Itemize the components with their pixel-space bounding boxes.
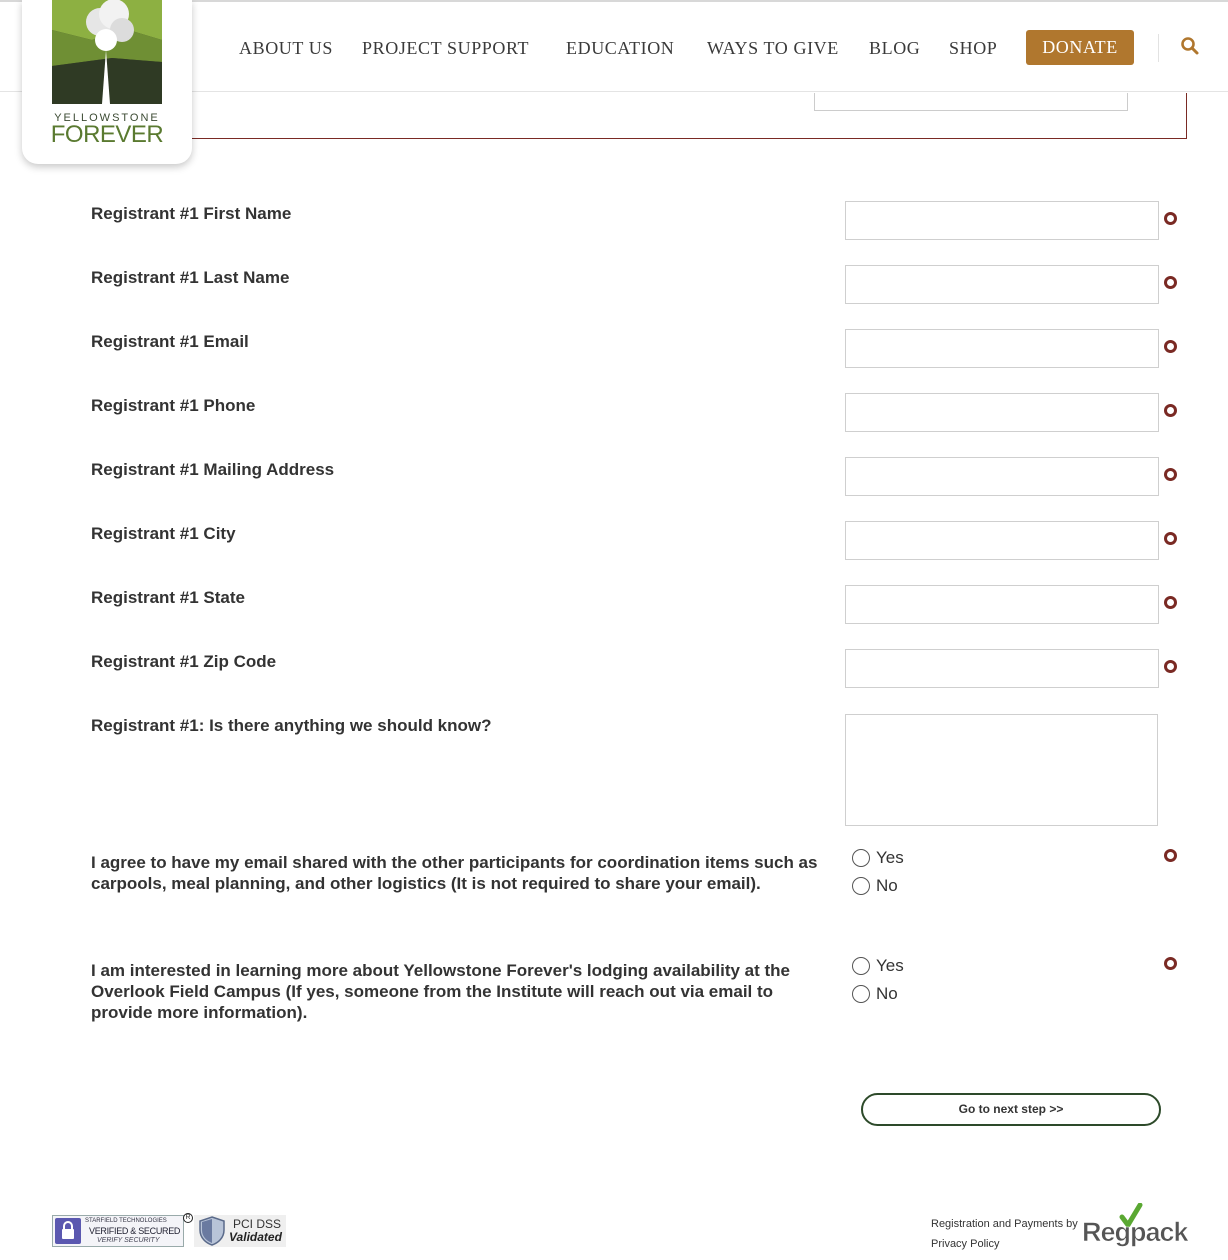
- last-name-label: Registrant #1 Last Name: [91, 268, 290, 287]
- nav-divider: [1158, 34, 1159, 62]
- notes-label: Registrant #1: Is there anything we shou…: [91, 716, 492, 735]
- required-marker-icon: [1164, 849, 1177, 862]
- required-marker-icon: [1164, 660, 1177, 673]
- shield-icon: [199, 1216, 225, 1246]
- city-label: Registrant #1 City: [91, 524, 236, 543]
- nav-shop[interactable]: SHOP: [949, 38, 997, 59]
- radio-label: Yes: [876, 848, 904, 867]
- last-name-input[interactable]: [845, 265, 1159, 304]
- radio-button[interactable]: [852, 985, 870, 1003]
- state-label: Registrant #1 State: [91, 588, 245, 607]
- first-name-label: Registrant #1 First Name: [91, 204, 292, 223]
- email-input[interactable]: [845, 329, 1159, 368]
- required-marker-icon: [1164, 340, 1177, 353]
- radio-label: No: [876, 984, 898, 1003]
- pci-dss-badge: PCI DSS Validated: [194, 1215, 286, 1247]
- privacy-policy-link[interactable]: Privacy Policy: [931, 1238, 999, 1250]
- nav-ways-to-give[interactable]: WAYS TO GIVE: [707, 38, 839, 59]
- city-input[interactable]: [845, 521, 1159, 560]
- email-share-yes-option[interactable]: Yes: [852, 848, 904, 868]
- required-marker-icon: [1164, 212, 1177, 225]
- previous-section-field[interactable]: [814, 93, 1128, 111]
- regpack-wordmark: Regpack: [1082, 1217, 1190, 1247]
- regpack-credit: Registration and Payments by: [931, 1218, 1078, 1230]
- required-marker-icon: [1164, 468, 1177, 481]
- phone-label: Registrant #1 Phone: [91, 396, 256, 415]
- site-logo[interactable]: YELLOWSTONE FOREVER: [22, 0, 192, 164]
- starfield-security-badge[interactable]: STARFIELD TECHNOLOGIES VERIFIED & SECURE…: [52, 1215, 184, 1247]
- lock-icon: [55, 1218, 81, 1244]
- email-label: Registrant #1 Email: [91, 332, 249, 351]
- mailing-address-input[interactable]: [845, 457, 1159, 496]
- first-name-input[interactable]: [845, 201, 1159, 240]
- radio-label: Yes: [876, 956, 904, 975]
- geyser-logo-icon: [52, 0, 162, 104]
- required-marker-icon: [1164, 404, 1177, 417]
- mailing-address-label: Registrant #1 Mailing Address: [91, 460, 335, 479]
- nav-project-support[interactable]: PROJECT SUPPORT: [362, 38, 529, 59]
- required-marker-icon: [1164, 957, 1177, 970]
- next-step-button[interactable]: Go to next step >>: [861, 1093, 1161, 1126]
- nav-blog[interactable]: BLOG: [869, 38, 920, 59]
- lodging-yes-option[interactable]: Yes: [852, 956, 904, 976]
- required-marker-icon: [1164, 532, 1177, 545]
- pci-validated: Validated: [229, 1230, 282, 1244]
- lodging-no-option[interactable]: No: [852, 984, 898, 1004]
- required-marker-icon: [1164, 596, 1177, 609]
- radio-button[interactable]: [852, 877, 870, 895]
- email-share-label: I agree to have my email shared with the…: [91, 853, 818, 893]
- radio-label: No: [876, 876, 898, 895]
- registered-mark: R: [183, 1213, 193, 1223]
- lodging-label: I am interested in learning more about Y…: [91, 961, 791, 1022]
- logo-wordmark-main: FOREVER: [50, 121, 164, 148]
- radio-button[interactable]: [852, 957, 870, 975]
- starfield-verify-link: VERIFY SECURITY: [97, 1237, 160, 1244]
- required-marker-icon: [1164, 276, 1177, 289]
- nav-about-us[interactable]: ABOUT US: [239, 38, 333, 59]
- nav-education[interactable]: EDUCATION: [566, 38, 674, 59]
- starfield-company: STARFIELD TECHNOLOGIES: [85, 1218, 167, 1224]
- regpack-logo[interactable]: Regpack: [1082, 1203, 1194, 1249]
- donate-button[interactable]: DONATE: [1026, 30, 1134, 65]
- email-share-no-option[interactable]: No: [852, 876, 898, 896]
- starfield-verified: VERIFIED & SECURED: [89, 1226, 181, 1236]
- radio-button[interactable]: [852, 849, 870, 867]
- zip-code-input[interactable]: [845, 649, 1159, 688]
- phone-input[interactable]: [845, 393, 1159, 432]
- pci-title: PCI DSS: [233, 1217, 282, 1231]
- notes-textarea[interactable]: [845, 714, 1158, 826]
- zip-code-label: Registrant #1 Zip Code: [91, 652, 277, 671]
- search-icon[interactable]: [1180, 36, 1200, 56]
- state-input[interactable]: [845, 585, 1159, 624]
